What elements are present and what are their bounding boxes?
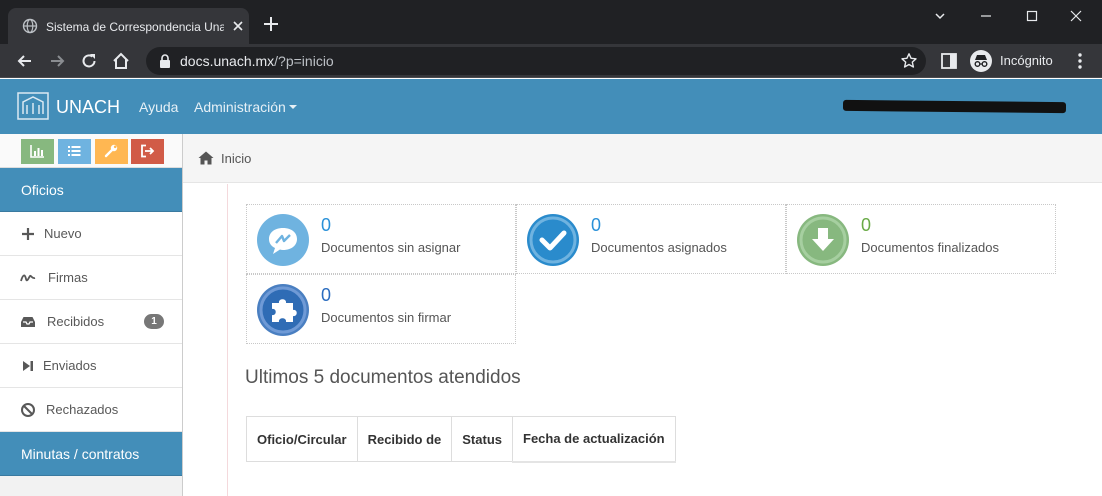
- nav-dropdown-label: Administración: [194, 99, 286, 115]
- lock-icon[interactable]: [158, 53, 172, 69]
- incognito-label: Incógnito: [1000, 53, 1053, 68]
- list-icon: [68, 146, 81, 156]
- unread-count-badge: 1: [144, 314, 164, 329]
- recent-documents-title: Ultimos 5 documentos atendidos: [245, 367, 521, 388]
- reload-icon[interactable]: [79, 51, 99, 71]
- signature-icon: [20, 274, 36, 282]
- sidebar-section-minutas[interactable]: Minutas / contratos: [0, 432, 182, 476]
- stat-box-sin-asignar[interactable]: 0 Documentos sin asignar: [246, 204, 516, 274]
- incognito-icon: [970, 50, 992, 72]
- sidebar-item-label: Nuevo: [44, 226, 82, 241]
- step-forward-icon: [23, 361, 33, 371]
- stat-count: 0: [321, 215, 332, 235]
- puzzle-icon: [257, 284, 309, 336]
- plus-icon: [22, 228, 34, 240]
- side-panel-icon[interactable]: [940, 52, 958, 70]
- column-fecha-actualizacion[interactable]: Fecha de actualización: [512, 416, 676, 463]
- sidebar-section-oficios[interactable]: Oficios: [0, 168, 182, 212]
- stat-label: Documentos asignados: [591, 240, 727, 255]
- minimize-icon[interactable]: [976, 6, 996, 26]
- new-tab-icon[interactable]: [262, 15, 280, 33]
- brand-link[interactable]: UNACH: [56, 96, 120, 118]
- back-icon[interactable]: [15, 51, 35, 71]
- stat-label: Documentos finalizados: [861, 240, 1000, 255]
- comments-icon: [257, 214, 309, 266]
- tab-search-icon[interactable]: [930, 6, 950, 26]
- sign-out-icon: [141, 144, 155, 158]
- inbox-icon: [21, 317, 35, 327]
- sidebar-item-label: Firmas: [48, 270, 88, 285]
- address-bar[interactable]: docs.unach.mx/?p=inicio: [146, 47, 926, 75]
- column-oficio-circular[interactable]: Oficio/Circular: [246, 416, 358, 462]
- sidebar-item-enviados[interactable]: Enviados: [0, 344, 182, 388]
- recent-documents-table: Oficio/Circular Recibido de Status Fecha…: [246, 416, 676, 463]
- nav-dropdown-administracion[interactable]: Administración: [194, 98, 297, 116]
- stat-label: Documentos sin firmar: [321, 310, 452, 325]
- more-vert-icon[interactable]: [1074, 52, 1086, 70]
- globe-icon: [22, 18, 38, 34]
- wrench-icon: [104, 144, 118, 158]
- nav-link-ayuda[interactable]: Ayuda: [139, 98, 178, 116]
- table-header-row: Oficio/Circular Recibido de Status Fecha…: [246, 416, 676, 463]
- sidebar-shortcuts: [0, 134, 182, 168]
- incognito-indicator[interactable]: Incógnito: [968, 49, 1060, 73]
- browser-toolbar: docs.unach.mx/?p=inicio Incógnito: [0, 44, 1102, 78]
- section-title: Oficios: [21, 182, 64, 198]
- maximize-icon[interactable]: [1022, 6, 1042, 26]
- shortcut-logout-button[interactable]: [131, 139, 164, 164]
- stat-box-asignados[interactable]: 0 Documentos asignados: [516, 204, 786, 274]
- stat-label: Documentos sin asignar: [321, 240, 461, 255]
- sidebar-item-nuevo[interactable]: Nuevo: [0, 212, 182, 256]
- browser-tab[interactable]: Sistema de Correspondencia Unach: [8, 8, 249, 44]
- sidebar-item-label: Recibidos: [47, 314, 105, 329]
- home-button-icon[interactable]: [111, 51, 131, 71]
- check-icon: [527, 214, 579, 266]
- stat-count: 0: [591, 215, 602, 235]
- bar-chart-icon: [30, 145, 44, 158]
- shortcut-list-button[interactable]: [58, 139, 91, 164]
- sidebar: Oficios Nuevo Firmas Recibidos 1 Enviado…: [0, 134, 183, 496]
- stat-count: 0: [321, 285, 332, 305]
- caret-down-icon: [288, 104, 297, 109]
- download-icon: [797, 214, 849, 266]
- section-title: Minutas / contratos: [21, 446, 140, 462]
- column-status[interactable]: Status: [451, 416, 513, 462]
- column-recibido-de[interactable]: Recibido de: [356, 416, 453, 462]
- browser-tabstrip: Sistema de Correspondencia Unach: [0, 0, 1102, 44]
- sidebar-item-rechazados[interactable]: Rechazados: [0, 388, 182, 432]
- breadcrumb: Inicio: [183, 134, 1102, 183]
- close-window-icon[interactable]: [1066, 6, 1086, 26]
- unach-logo-icon[interactable]: [17, 92, 49, 120]
- url-text: docs.unach.mx/?p=inicio: [180, 53, 334, 69]
- tab-title: Sistema de Correspondencia Unach: [46, 20, 224, 34]
- stat-count: 0: [861, 215, 872, 235]
- user-name-redacted[interactable]: [842, 99, 1067, 114]
- ban-icon: [21, 403, 35, 417]
- sidebar-item-label: Rechazados: [46, 402, 119, 417]
- sidebar-item-firmas[interactable]: Firmas: [0, 256, 182, 300]
- content-divider: [227, 184, 228, 496]
- stat-box-sin-firmar[interactable]: 0 Documentos sin firmar: [246, 274, 516, 344]
- bookmark-star-icon[interactable]: [900, 52, 918, 70]
- home-icon[interactable]: [198, 151, 214, 165]
- sidebar-item-recibidos[interactable]: Recibidos 1: [0, 300, 182, 344]
- stat-box-finalizados[interactable]: 0 Documentos finalizados: [786, 204, 1056, 274]
- shortcut-stats-button[interactable]: [21, 139, 54, 164]
- breadcrumb-item-inicio[interactable]: Inicio: [221, 151, 251, 167]
- shortcut-settings-button[interactable]: [95, 139, 128, 164]
- sidebar-item-label: Enviados: [43, 358, 97, 373]
- close-tab-icon[interactable]: [230, 18, 246, 34]
- forward-icon[interactable]: [47, 51, 67, 71]
